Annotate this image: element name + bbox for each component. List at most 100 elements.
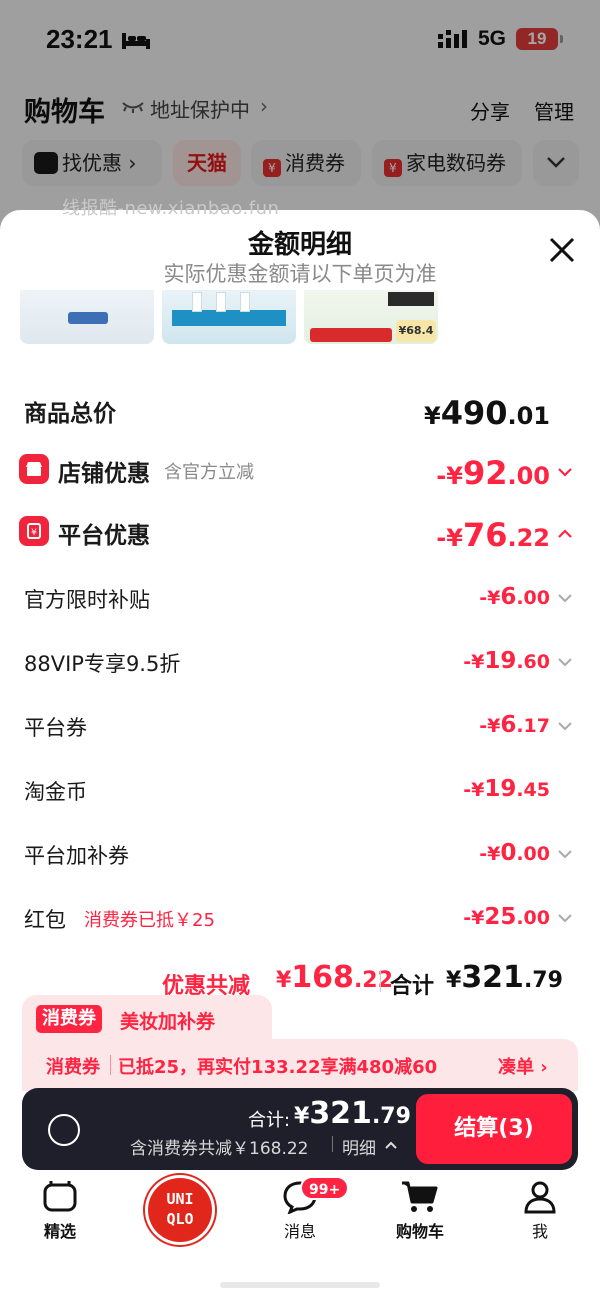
unread-badge: 99+ [300, 1176, 350, 1200]
featured-tv-icon [43, 1181, 77, 1212]
gold-coin-label: 淘金币 [24, 780, 87, 804]
platform-coupon-icon: ¥ [19, 516, 49, 546]
vip-discount-row[interactable]: 88VIP专享9.5折 -¥19.60 [0, 648, 600, 688]
uniqlo-store-tab[interactable]: UNI QLO [148, 1178, 212, 1242]
sheet-title: 金额明细 [247, 230, 352, 260]
checkout-discount-text: 含消费券共减￥168.22 [130, 1139, 309, 1159]
uniqlo-logo-text: QLO [166, 1210, 194, 1228]
store-discount-amount: -¥92.00 [436, 454, 550, 492]
bottle-graphic [240, 292, 250, 312]
extra-coupon-row[interactable]: 平台加补券 -¥0.00 [0, 840, 600, 880]
thumbnail-graphic [68, 312, 108, 324]
store-icon [19, 454, 49, 484]
amount-prefix: -¥ [479, 587, 501, 609]
red-packet-row[interactable]: 红包 消费券已抵￥25 -¥25.00 [0, 904, 600, 944]
checkout-bar: 合计: ¥321.79 含消费券共减￥168.22 明细 结算(3) [22, 1088, 578, 1170]
amount-integer: 490 [440, 394, 508, 432]
divider [380, 970, 381, 992]
chevron-down-icon [558, 468, 572, 477]
store-discount-row[interactable]: 店铺优惠 含官方立减 -¥92.00 [0, 454, 600, 494]
shopping-cart-icon [402, 1181, 438, 1212]
select-all-checkbox[interactable] [48, 1114, 80, 1146]
vip-discount-label: 88VIP专享9.5折 [24, 652, 181, 676]
tab-label: 消息 [283, 1222, 316, 1241]
platform-discount-amount: -¥76.22 [436, 516, 550, 554]
divider [110, 1055, 111, 1075]
tab-label: 我 [531, 1222, 548, 1241]
coupon-card-body: 消费券 已抵25，再实付133.22享满480减60 凑单 › [22, 1039, 578, 1091]
amount-integer: 76 [462, 516, 508, 554]
subsidy-amount: -¥6.00 [479, 584, 550, 610]
bottle-graphic [216, 292, 226, 312]
amount-prefix: -¥ [479, 715, 501, 737]
amount-integer: 6 [500, 712, 517, 738]
tab-label: 购物车 [395, 1222, 444, 1241]
amount-decimal: .22 [353, 968, 393, 993]
platform-coupon-row[interactable]: 平台券 -¥6.17 [0, 712, 600, 752]
amount-decimal: .79 [371, 1104, 411, 1129]
tab-featured[interactable]: 精选 [10, 1180, 110, 1260]
amount-prefix: -¥ [463, 779, 485, 801]
detail-toggle[interactable]: 明细 [342, 1134, 376, 1159]
coupon-name: 美妆加补券 [120, 1011, 216, 1033]
extra-coupon-amount: -¥0.00 [479, 840, 550, 866]
platform-coupon-label: 平台券 [24, 716, 87, 740]
home-indicator [220, 1282, 380, 1288]
coupon-line-tag: 消费券 [46, 1057, 100, 1078]
goods-total-label: 商品总价 [24, 401, 116, 427]
amount-integer: 25 [484, 904, 517, 930]
amount-decimal: .00 [516, 907, 550, 929]
amount-decimal: .45 [516, 779, 550, 801]
store-discount-note: 含官方立减 [164, 462, 254, 483]
bottle-graphic [192, 292, 202, 312]
add-items-button[interactable]: 凑单 › [498, 1053, 548, 1079]
uniqlo-logo-text: UNI [166, 1190, 194, 1208]
subsidy-row[interactable]: 官方限时补贴 -¥6.00 [0, 584, 600, 624]
thumbnail-price: ¥68.4 [396, 320, 436, 342]
product-thumbnail[interactable] [20, 290, 154, 344]
checkout-total-amount: ¥321.79 [294, 1096, 411, 1131]
chevron-down-icon [558, 722, 572, 731]
amount-prefix: -¥ [463, 907, 485, 929]
amount-prefix: -¥ [436, 462, 463, 490]
amount-integer: 19 [484, 776, 517, 802]
chevron-down-icon [558, 658, 572, 667]
chevron-down-icon [558, 914, 572, 923]
amount-decimal: .60 [516, 651, 550, 673]
amount-integer: 168 [291, 960, 354, 995]
platform-discount-row[interactable]: ¥ 平台优惠 -¥76.22 [0, 516, 600, 556]
amount-integer: 92 [462, 454, 508, 492]
coupon-line-text: 已抵25，再实付133.22享满480减60 [118, 1057, 438, 1078]
amount-prefix: -¥ [463, 651, 485, 673]
amount-integer: 321 [309, 1096, 372, 1131]
discount-summary: 优惠共减 ¥168.22 合计 ¥321.79 [0, 960, 600, 1000]
tab-cart[interactable]: 购物车 [370, 1180, 470, 1260]
tab-label: 精选 [43, 1222, 76, 1241]
amount-decimal: .79 [523, 968, 563, 993]
currency-symbol: ¥ [276, 968, 292, 993]
amount-decimal: .17 [516, 715, 550, 737]
goods-total-amount: ¥490.01 [424, 394, 550, 432]
currency-symbol: ¥ [446, 968, 462, 993]
amount-decimal: .00 [516, 843, 550, 865]
amount-detail-sheet: 金额明细 实际优惠金额请以下单页为准 ¥68.4 商品总价 ¥490.01 店铺… [0, 210, 600, 1110]
amount-prefix: -¥ [436, 524, 463, 552]
chevron-up-icon[interactable] [384, 1140, 398, 1150]
tab-me[interactable]: 我 [490, 1180, 590, 1260]
official-badge-graphic [310, 328, 392, 342]
amount-decimal: .00 [507, 462, 550, 490]
gold-coin-amount: -¥19.45 [463, 776, 550, 802]
product-thumbnail[interactable]: ¥68.4 [304, 290, 438, 344]
checkout-button[interactable]: 结算(3) [416, 1094, 572, 1164]
close-icon[interactable] [548, 236, 576, 264]
user-profile-icon [524, 1181, 556, 1214]
amount-integer: 19 [484, 648, 517, 674]
coupon-tag: 消费券 [36, 1005, 102, 1033]
red-packet-label: 红包 [24, 908, 66, 932]
currency-symbol: ¥ [423, 402, 441, 430]
total-discount-amount: ¥168.22 [276, 960, 393, 995]
platform-coupon-amount: -¥6.17 [479, 712, 550, 738]
coupon-card: 消费券 美妆加补券 消费券 已抵25，再实付133.22享满480减60 凑单 … [22, 995, 578, 1091]
bottom-tab-bar: 精选 UNI QLO 消息 99+ 购物车 我 [0, 1170, 600, 1298]
product-thumbnail[interactable] [162, 290, 296, 344]
